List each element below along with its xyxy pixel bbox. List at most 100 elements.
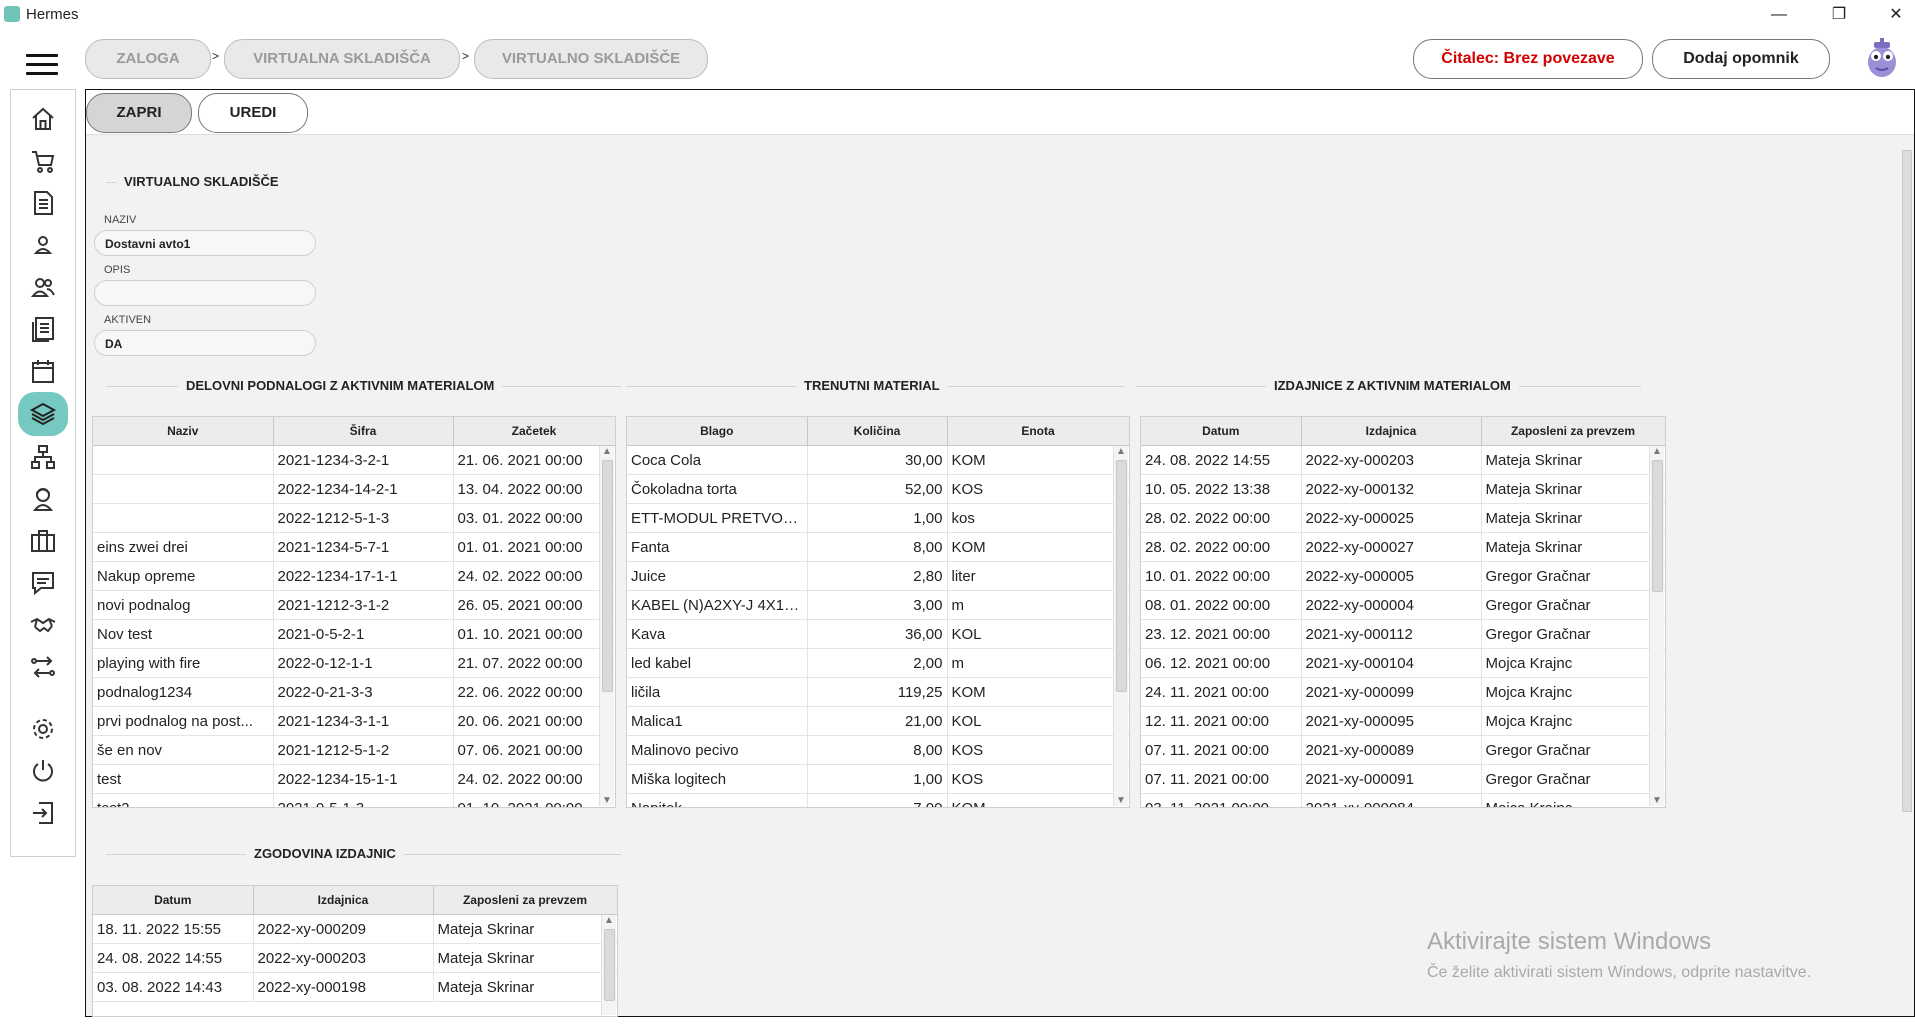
minimize-button[interactable]: —	[1756, 2, 1802, 28]
calendar-icon[interactable]	[26, 354, 60, 388]
reader-status-button[interactable]: Čitalec: Brez povezave	[1413, 39, 1643, 79]
table-row[interactable]: 06. 12. 2021 00:00 2021-xy-000104 Mojca Kr…	[1141, 648, 1665, 678]
table-cell: KABEL (N)A2XY-J 4X15...	[627, 590, 808, 620]
cart-icon[interactable]	[26, 144, 60, 178]
column-header-name[interactable]: Naziv	[93, 417, 274, 446]
issue-history-body: 18. 11. 2022 15:55 2022-xy-000209 Mateja S…	[93, 914, 617, 1002]
table-row[interactable]: 23. 12. 2021 00:00 2021-xy-000112 Gregor G…	[1141, 619, 1665, 649]
table-row[interactable]: test2 2021-0-5-1-3 01. 10. 2021 00:00	[93, 793, 615, 807]
table-row[interactable]: 07. 11. 2021 00:00 2021-xy-000091 Gregor G…	[1141, 764, 1665, 794]
table-cell: 2022-0-21-3-3	[273, 677, 454, 707]
menu-icon[interactable]	[26, 54, 58, 78]
table-row[interactable]: 12. 11. 2021 00:00 2021-xy-000095 Mojca Kr…	[1141, 706, 1665, 736]
active-field[interactable]: DA	[94, 330, 316, 356]
column-header-goods[interactable]: Blago	[627, 417, 808, 446]
table-row[interactable]: še en nov 2021-1212-5-1-2 07. 06. 2021 00:…	[93, 735, 615, 765]
table-cell: Juice	[627, 561, 808, 591]
column-header-issue-note[interactable]: Izdajnica	[253, 886, 434, 915]
power-icon[interactable]	[26, 754, 60, 788]
column-header-employee[interactable]: Zaposleni za prevzem	[433, 886, 617, 915]
person-icon[interactable]	[26, 228, 60, 262]
table-row[interactable]: ETT-MODUL PRETVOR... 1,00 kos	[627, 503, 1129, 533]
column-header-issue-note[interactable]: Izdajnica	[1301, 417, 1482, 446]
column-header-quantity[interactable]: Količina	[807, 417, 948, 446]
table-row[interactable]: 10. 01. 2022 00:00 2022-xy-000005 Gregor G…	[1141, 561, 1665, 591]
close-button[interactable]: ZAPRI	[86, 93, 192, 133]
home-icon[interactable]	[26, 102, 60, 136]
table-row[interactable]: Nov test 2021-0-5-2-1 01. 10. 2021 00:00	[93, 619, 615, 649]
table-row[interactable]: 28. 02. 2022 00:00 2022-xy-000025 Mateja S…	[1141, 503, 1665, 533]
table-row[interactable]: Fanta 8,00 KOM	[627, 532, 1129, 562]
table-cell: 28. 02. 2022 00:00	[1141, 532, 1302, 562]
table-row[interactable]: KABEL (N)A2XY-J 4X15... 3,00 m	[627, 590, 1129, 620]
table-row[interactable]: Napitek 7,00 KOM	[627, 793, 1129, 807]
table-row[interactable]: led kabel 2,00 m	[627, 648, 1129, 678]
work-orders-scrollbar[interactable]: ▲ ▼	[599, 446, 614, 806]
column-header-code[interactable]: Šifra	[273, 417, 454, 446]
table-row[interactable]: Kava 36,00 KOL	[627, 619, 1129, 649]
table-row[interactable]: 08. 01. 2022 00:00 2022-xy-000004 Gregor G…	[1141, 590, 1665, 620]
column-header-date[interactable]: Datum	[93, 886, 254, 915]
edit-button[interactable]: UREDI	[198, 93, 308, 133]
name-field[interactable]: Dostavni avto1	[94, 230, 316, 256]
user-headset-icon[interactable]	[26, 482, 60, 516]
table-row[interactable]: 24. 11. 2021 00:00 2021-xy-000099 Mojca Kr…	[1141, 677, 1665, 707]
table-row[interactable]: Coca Cola 30,00 KOM	[627, 445, 1129, 475]
table-row[interactable]: Miška logitech 1,00 KOS	[627, 764, 1129, 794]
breadcrumb-virtual-warehouse[interactable]: VIRTUALNO SKLADIŠČE	[474, 39, 708, 79]
avatar[interactable]	[1864, 38, 1900, 78]
breadcrumb-zaloga[interactable]: ZALOGA	[85, 39, 211, 79]
table-row[interactable]: 10. 05. 2022 13:38 2022-xy-000132 Mateja S…	[1141, 474, 1665, 504]
document-icon[interactable]	[26, 186, 60, 220]
network-icon[interactable]	[26, 440, 60, 474]
table-row[interactable]: 07. 11. 2021 00:00 2021-xy-000089 Gregor G…	[1141, 735, 1665, 765]
issue-history-scrollbar[interactable]: ▲	[601, 915, 616, 1015]
main-scrollbar[interactable]	[1898, 135, 1914, 1015]
table-cell: 36,00	[807, 619, 948, 649]
table-row[interactable]: Malica1 21,00 KOL	[627, 706, 1129, 736]
table-row[interactable]: 28. 02. 2022 00:00 2022-xy-000027 Mateja S…	[1141, 532, 1665, 562]
table-row[interactable]: Malinovo pecivo 8,00 KOS	[627, 735, 1129, 765]
issue-notes-scrollbar[interactable]: ▲ ▼	[1649, 446, 1664, 806]
table-row[interactable]: 18. 11. 2022 15:55 2022-xy-000209 Mateja S…	[93, 914, 617, 944]
logout-icon[interactable]	[26, 796, 60, 830]
briefcase-icon[interactable]	[26, 524, 60, 558]
people-icon[interactable]	[26, 270, 60, 304]
table-row[interactable]: eins zwei drei 2021-1234-5-7-1 01. 01. 202…	[93, 532, 615, 562]
description-field[interactable]	[94, 280, 316, 306]
table-row[interactable]: prvi podnalog na post... 2021-1234-3-1-1 2…	[93, 706, 615, 736]
transfer-icon[interactable]	[26, 650, 60, 684]
table-row[interactable]: 2022-1212-5-1-3 03. 01. 2022 00:00	[93, 503, 615, 533]
table-row[interactable]: Čokoladna torta 52,00 KOS	[627, 474, 1129, 504]
column-header-employee[interactable]: Zaposleni za prevzem	[1481, 417, 1665, 446]
table-row[interactable]: 24. 08. 2022 14:55 2022-xy-000203 Mateja S…	[93, 943, 617, 973]
table-row[interactable]: 03. 11. 2021 00:00 2021-xy-000084 Mojca Kr…	[1141, 793, 1665, 807]
table-row[interactable]: podnalog1234 2022-0-21-3-3 22. 06. 2022 00…	[93, 677, 615, 707]
current-material-scrollbar[interactable]: ▲ ▼	[1113, 446, 1128, 806]
chat-icon[interactable]	[26, 566, 60, 600]
table-row[interactable]: 2022-1234-14-2-1 13. 04. 2022 00:00	[93, 474, 615, 504]
column-header-unit[interactable]: Enota	[947, 417, 1129, 446]
table-cell: KOM	[947, 532, 1129, 562]
table-row[interactable]: novi podnalog 2021-1212-3-1-2 26. 05. 2021…	[93, 590, 615, 620]
handshake-icon[interactable]	[26, 608, 60, 642]
table-row[interactable]: playing with fire 2022-0-12-1-1 21. 07. 20…	[93, 648, 615, 678]
column-header-start[interactable]: Začetek	[453, 417, 615, 446]
table-row[interactable]: Juice 2,80 liter	[627, 561, 1129, 591]
table-row[interactable]: 03. 08. 2022 14:43 2022-xy-000198 Mateja S…	[93, 972, 617, 1002]
breadcrumb-virtual-warehouses[interactable]: VIRTUALNA SKLADIŠČA	[224, 39, 460, 79]
table-row[interactable]: 2021-1234-3-2-1 21. 06. 2021 00:00	[93, 445, 615, 475]
table-row[interactable]: Nakup opreme 2022-1234-17-1-1 24. 02. 2022…	[93, 561, 615, 591]
close-window-button[interactable]: ✕	[1873, 2, 1915, 28]
table-cell: m	[947, 648, 1129, 678]
list-document-icon[interactable]	[26, 312, 60, 346]
table-cell: 2021-1234-3-1-1	[273, 706, 454, 736]
table-row[interactable]: 24. 08. 2022 14:55 2022-xy-000203 Mateja S…	[1141, 445, 1665, 475]
table-row[interactable]: ličila 119,25 KOM	[627, 677, 1129, 707]
column-header-date[interactable]: Datum	[1141, 417, 1302, 446]
restore-button[interactable]: ❐	[1816, 2, 1862, 28]
gear-icon[interactable]	[26, 712, 60, 746]
add-reminder-button[interactable]: Dodaj opomnik	[1652, 39, 1830, 79]
layers-icon[interactable]	[18, 392, 68, 436]
table-row[interactable]: test 2022-1234-15-1-1 24. 02. 2022 00:00	[93, 764, 615, 794]
